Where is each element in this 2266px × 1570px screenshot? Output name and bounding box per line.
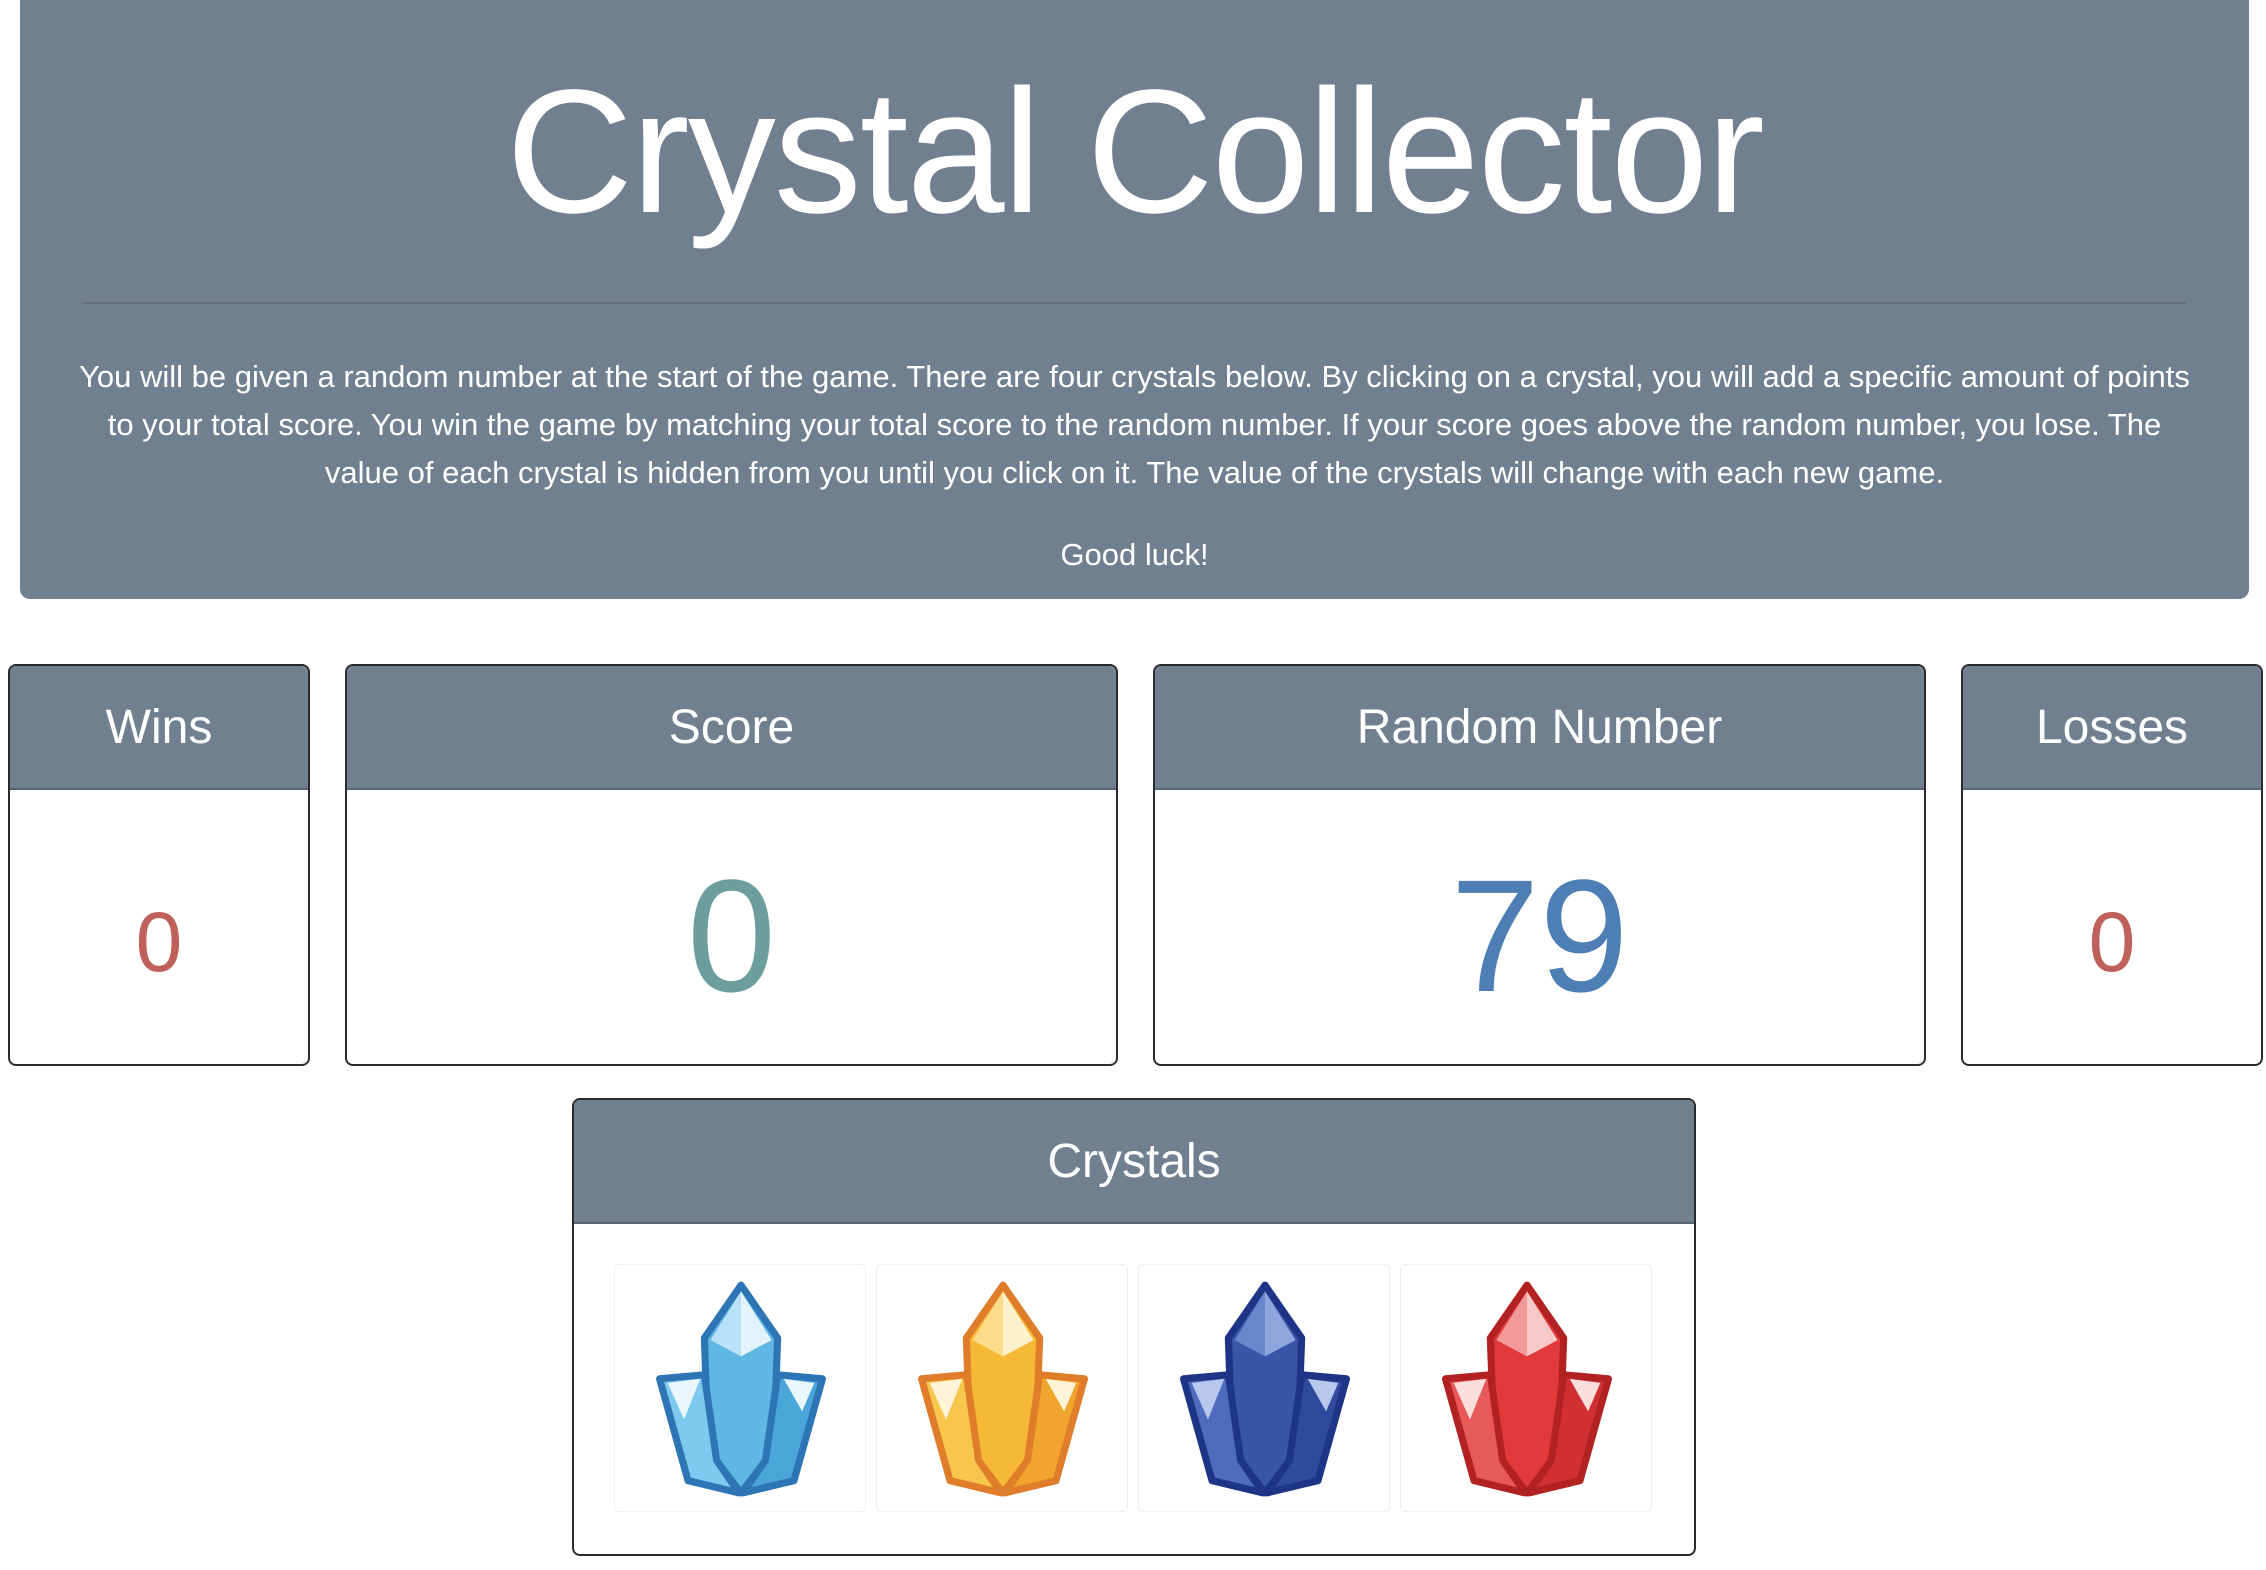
crystals-label: Crystals	[574, 1100, 1694, 1224]
score-value: 0	[687, 846, 776, 1025]
header-panel: Crystal Collector You will be given a ra…	[20, 0, 2249, 599]
yellow-crystal-icon	[917, 1281, 1089, 1497]
good-luck-text: Good luck!	[1060, 537, 1209, 572]
crystal-button-red[interactable]	[1400, 1264, 1652, 1512]
random-number-label: Random Number	[1155, 666, 1924, 790]
header-divider	[83, 302, 2186, 304]
crystal-button-dark-blue[interactable]	[1138, 1264, 1390, 1512]
losses-value: 0	[2088, 895, 2136, 989]
losses-card: Losses 0	[1961, 664, 2263, 1066]
wins-value: 0	[135, 895, 183, 989]
light-blue-crystal-icon	[655, 1281, 827, 1497]
page-title: Crystal Collector	[506, 54, 1765, 250]
losses-label: Losses	[1963, 666, 2261, 790]
crystal-row	[614, 1264, 1658, 1512]
crystals-card: Crystals	[572, 1098, 1696, 1556]
crystal-button-light-blue[interactable]	[614, 1264, 866, 1512]
wins-card: Wins 0	[8, 664, 310, 1066]
random-number-card: Random Number 79	[1153, 664, 1926, 1066]
random-number-value: 79	[1450, 846, 1629, 1025]
score-card: Score 0	[345, 664, 1118, 1066]
crystal-button-yellow[interactable]	[876, 1264, 1128, 1512]
game-instructions: You will be given a random number at the…	[79, 359, 2190, 490]
red-crystal-icon	[1441, 1281, 1613, 1497]
wins-label: Wins	[10, 666, 308, 790]
dark-blue-crystal-icon	[1179, 1281, 1351, 1497]
score-label: Score	[347, 666, 1116, 790]
